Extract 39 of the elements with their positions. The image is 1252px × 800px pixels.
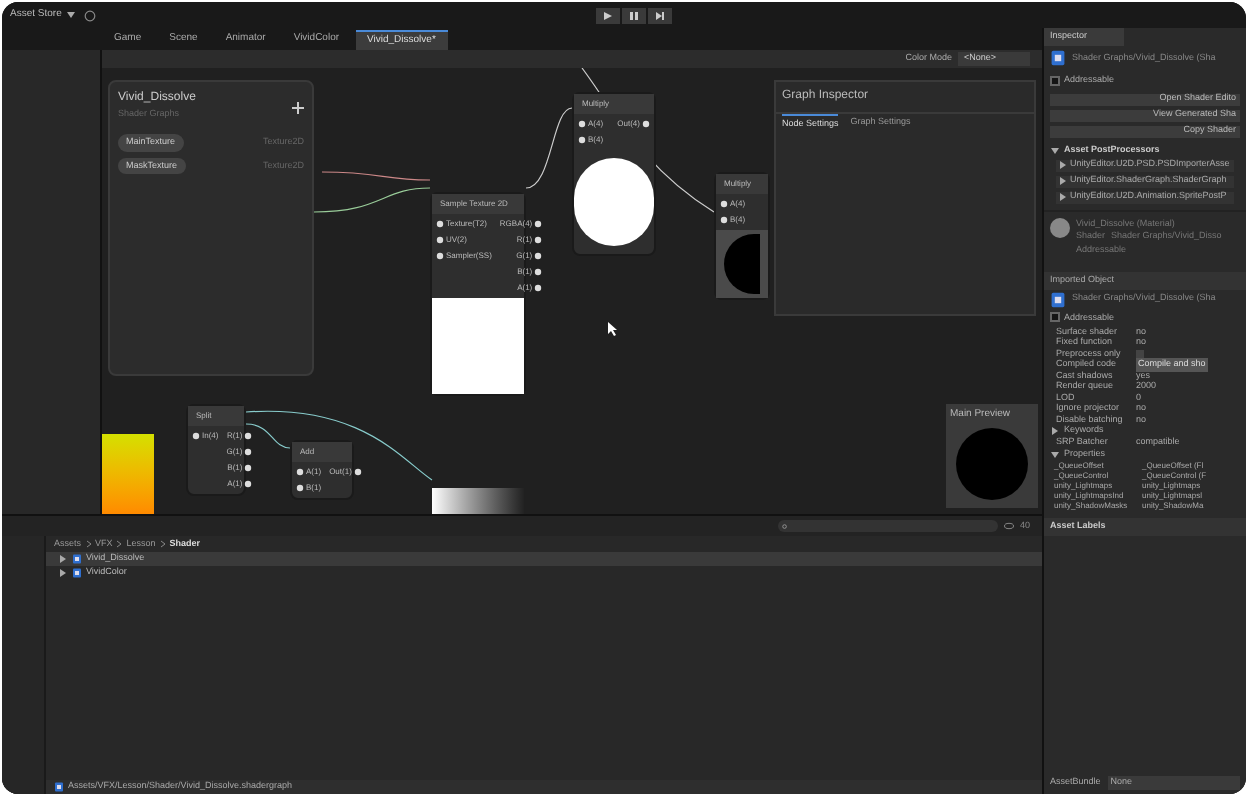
shader-file-icon [54, 782, 64, 792]
pause-button[interactable] [621, 7, 646, 23]
caret-icon[interactable] [1050, 426, 1060, 437]
step-icon [655, 11, 664, 19]
step-button[interactable] [647, 7, 672, 23]
gradient-preview [432, 488, 524, 514]
connection-wire[interactable] [525, 107, 573, 189]
texture-thumbnail [102, 434, 154, 514]
checkbox[interactable] [1050, 312, 1060, 323]
port-icon[interactable] [642, 120, 650, 128]
checkbox[interactable] [1136, 350, 1144, 358]
caret-icon[interactable] [1050, 450, 1060, 461]
disc-preview [574, 158, 654, 246]
sphere-preview [724, 234, 760, 294]
caret-icon[interactable] [65, 10, 76, 20]
port-icon[interactable] [353, 468, 362, 476]
connection-wire[interactable] [245, 410, 433, 481]
play-button[interactable] [595, 7, 620, 23]
cursor-icon [608, 322, 618, 336]
shader-file-icon [72, 554, 82, 564]
shader-file-icon [1050, 50, 1066, 66]
caret-icon[interactable] [1050, 145, 1060, 156]
texture-preview [432, 298, 524, 394]
chevron-icon [85, 540, 92, 548]
search-field[interactable] [777, 520, 998, 532]
shader-file-icon [72, 568, 82, 578]
connection-wire[interactable] [313, 187, 431, 213]
connection-wire[interactable] [321, 171, 431, 181]
play-icon [603, 11, 612, 19]
add-icon[interactable] [292, 102, 304, 114]
connection-wire[interactable] [245, 423, 291, 449]
search-icon [781, 523, 788, 529]
chevron-icon [159, 540, 166, 548]
chevron-icon [116, 540, 123, 548]
checkbox[interactable] [1050, 75, 1060, 86]
pause-icon [629, 11, 638, 19]
shader-file-icon [1050, 291, 1066, 307]
port-icon[interactable] [192, 432, 200, 440]
eye-icon[interactable] [1003, 522, 1014, 530]
